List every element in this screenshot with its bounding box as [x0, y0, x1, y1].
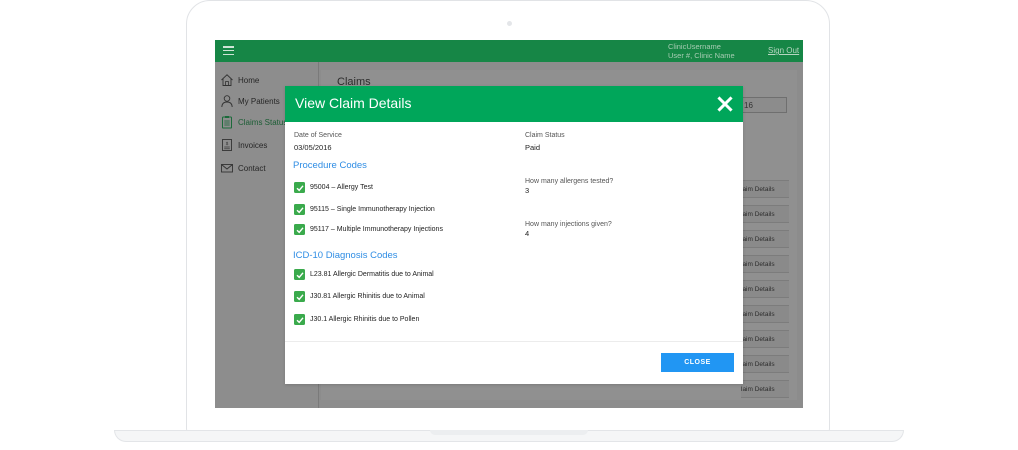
sidebar-item-invoices[interactable]: $ Invoices [220, 136, 267, 154]
procedure-item[interactable]: 95117 – Multiple Immunotherapy Injection… [294, 224, 443, 235]
sidebar-item-my-patients[interactable]: My Patients [220, 92, 280, 110]
envelope-icon [221, 164, 233, 173]
claim-details-modal: View Claim Details Date of Service 03/05… [285, 86, 743, 384]
diagnosis-item[interactable]: L23.81 Allergic Dermatitis due to Animal [294, 269, 434, 280]
modal-header: View Claim Details [285, 86, 743, 122]
checkbox-checked-icon[interactable] [294, 204, 305, 215]
claim-details-button[interactable]: laim Details [741, 230, 789, 248]
user-info: ClinicUsername User #, Clinic Name [668, 42, 735, 60]
claim-details-button[interactable]: laim Details [741, 180, 789, 198]
sidebar-item-contact[interactable]: Contact [220, 159, 266, 177]
row-action-label: laim Details [741, 310, 775, 318]
sidebar-item-label: My Patients [238, 96, 280, 106]
checkbox-checked-icon[interactable] [294, 224, 305, 235]
row-action-label: laim Details [741, 385, 775, 393]
row-action-label: laim Details [741, 235, 775, 243]
close-icon[interactable] [717, 96, 733, 112]
row-action-label: laim Details [741, 185, 775, 193]
modal-title: View Claim Details [295, 95, 412, 111]
checkbox-checked-icon[interactable] [294, 269, 305, 280]
sidebar-item-home[interactable]: Home [220, 71, 259, 89]
checkbox-checked-icon[interactable] [294, 314, 305, 325]
icd10-codes-heading: ICD-10 Diagnosis Codes [293, 250, 398, 261]
search-input[interactable]: 16 [739, 97, 787, 113]
procedure-label: 95115 – Single Immunotherapy Injection [310, 206, 435, 213]
procedure-item[interactable]: 95004 – Allergy Test [294, 182, 373, 193]
diagnosis-item[interactable]: J30.81 Allergic Rhinitis due to Animal [294, 291, 425, 302]
clipboard-icon [222, 116, 232, 129]
svg-text:$: $ [226, 141, 229, 146]
user-clinic-name: User #, Clinic Name [668, 51, 735, 60]
invoice-icon: $ [222, 139, 232, 151]
hamburger-menu-icon[interactable] [223, 46, 234, 56]
row-action-label: laim Details [741, 260, 775, 268]
procedure-label: 95004 – Allergy Test [310, 184, 373, 191]
clinic-username: ClinicUsername [668, 42, 721, 51]
diagnosis-label: L23.81 Allergic Dermatitis due to Animal [310, 271, 434, 278]
sidebar-item-label: Contact [238, 163, 266, 173]
procedure-codes-heading: Procedure Codes [293, 160, 367, 171]
allergens-tested-label: How many allergens tested? [525, 178, 614, 185]
close-button[interactable]: CLOSE [661, 353, 734, 372]
row-action-label: laim Details [741, 335, 775, 343]
top-bar: ClinicUsername User #, Clinic Name Sign … [215, 40, 803, 62]
sidebar-item-claims-status[interactable]: Claims Status [220, 113, 287, 131]
procedure-label: 95117 – Multiple Immunotherapy Injection… [310, 226, 443, 233]
search-value: 16 [744, 100, 753, 110]
claim-details-button[interactable]: laim Details [741, 280, 789, 298]
camera-dot [507, 21, 512, 26]
allergens-tested-value: 3 [525, 186, 530, 195]
claim-status-value: Paid [525, 143, 541, 152]
sidebar-item-label: Home [238, 75, 260, 85]
diagnosis-label: J30.1 Allergic Rhinitis due to Pollen [310, 316, 420, 323]
diagnosis-item[interactable]: J30.1 Allergic Rhinitis due to Pollen [294, 314, 419, 325]
claim-details-button[interactable]: laim Details [741, 205, 789, 223]
sidebar-item-label: Invoices [238, 140, 268, 150]
row-action-label: laim Details [741, 360, 775, 368]
claim-details-button[interactable]: laim Details [741, 380, 789, 398]
laptop-notch [430, 430, 588, 435]
checkbox-checked-icon[interactable] [294, 182, 305, 193]
checkbox-checked-icon[interactable] [294, 291, 305, 302]
sidebar-item-label: Claims Status [238, 117, 288, 127]
injections-given-value: 4 [525, 229, 530, 238]
claim-details-button[interactable]: laim Details [741, 255, 789, 273]
diagnosis-label: J30.81 Allergic Rhinitis due to Animal [310, 293, 425, 300]
home-icon [221, 74, 233, 86]
date-of-service-label: Date of Service [294, 132, 342, 139]
sign-out-link[interactable]: Sign Out [768, 46, 799, 55]
footer-divider [285, 341, 743, 342]
claim-details-button[interactable]: laim Details [741, 355, 789, 373]
row-action-label: laim Details [741, 210, 775, 218]
claim-status-label: Claim Status [525, 132, 565, 139]
injections-given-label: How many injections given? [525, 221, 612, 228]
claim-details-button[interactable]: laim Details [741, 305, 789, 323]
procedure-item[interactable]: 95115 – Single Immunotherapy Injection [294, 204, 435, 215]
user-icon [221, 95, 233, 108]
date-of-service-value: 03/05/2016 [294, 143, 332, 152]
row-action-label: laim Details [741, 285, 775, 293]
claim-details-button[interactable]: laim Details [741, 330, 789, 348]
